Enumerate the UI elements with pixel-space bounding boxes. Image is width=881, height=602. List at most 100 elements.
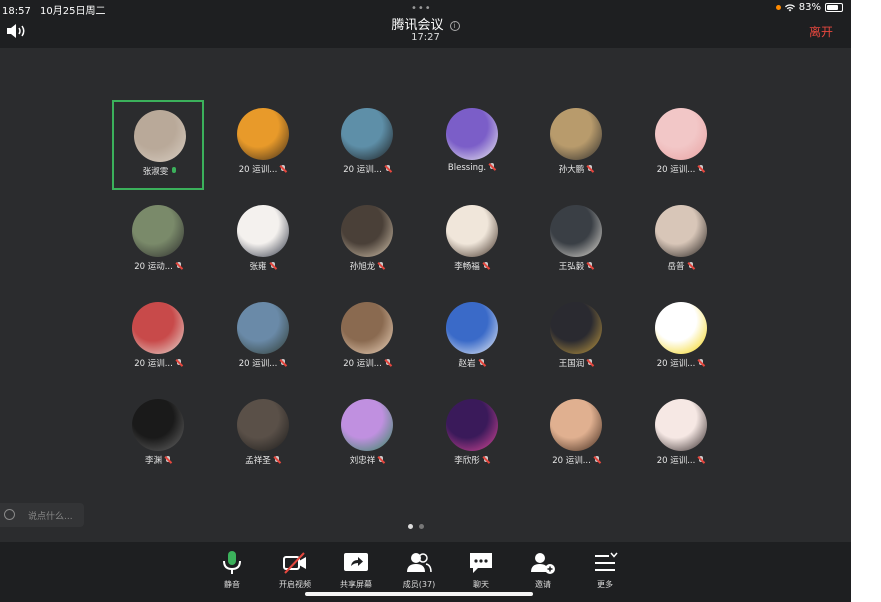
avatar bbox=[134, 110, 186, 162]
mic-muted-icon bbox=[688, 262, 694, 270]
multitask-dots[interactable]: ••• bbox=[411, 3, 432, 14]
speaker-icon[interactable] bbox=[6, 23, 28, 39]
avatar bbox=[236, 302, 289, 354]
participant-tile[interactable]: 李渊 bbox=[112, 391, 204, 481]
participant-name: Blessing. bbox=[447, 163, 487, 173]
participant-name-row: 20 运动... bbox=[112, 260, 204, 272]
participant-name: 张淑雯 bbox=[142, 167, 169, 177]
mic-muted-icon bbox=[274, 456, 280, 464]
participant-tile[interactable]: 20 运训... bbox=[217, 294, 309, 384]
participant-name-row: 20 运训... bbox=[321, 357, 413, 369]
participant-name: 20 运训... bbox=[656, 456, 696, 466]
more-button[interactable]: 更多 bbox=[575, 550, 635, 590]
emoji-icon[interactable] bbox=[4, 509, 15, 520]
participant-tile[interactable]: 20 运训... bbox=[321, 294, 413, 384]
top-bar: 18:57 10月25日周二 ••• 83% 腾讯会议 i 17:27 离开 bbox=[0, 0, 851, 48]
participant-tile[interactable]: 赵岩 bbox=[426, 294, 518, 384]
participant-name-row: 20 运训... bbox=[635, 163, 727, 175]
participant-name: 王弘毅 bbox=[558, 262, 585, 272]
members-button[interactable]: 成员(37) bbox=[389, 550, 449, 590]
invite-label: 邀请 bbox=[535, 580, 551, 589]
participant-tile[interactable]: 王国润 bbox=[530, 294, 622, 384]
participant-tile[interactable]: 李欣彤 bbox=[426, 391, 518, 481]
participant-tile[interactable]: 20 运训... bbox=[530, 391, 622, 481]
participant-name: 20 运动... bbox=[134, 262, 173, 272]
chat-icon bbox=[470, 553, 492, 573]
info-icon[interactable]: i bbox=[449, 21, 460, 31]
avatar bbox=[445, 399, 498, 451]
more-icon bbox=[595, 552, 618, 571]
participant-tile[interactable]: 20 运动... bbox=[112, 197, 204, 287]
participant-name: 20 运训... bbox=[238, 165, 278, 175]
avatar bbox=[445, 205, 498, 257]
leave-button[interactable]: 离开 bbox=[809, 23, 833, 40]
participant-name-row: 李渊 bbox=[112, 454, 204, 466]
share-screen-label: 共享屏幕 bbox=[340, 580, 372, 589]
participant-name-row: 赵岩 bbox=[426, 357, 518, 369]
participant-name: 孙大鹏 bbox=[558, 165, 585, 175]
participant-tile[interactable]: 20 运训... bbox=[321, 100, 413, 190]
participant-tile[interactable]: 20 运训... bbox=[635, 391, 727, 481]
participant-name-row: 20 运训... bbox=[635, 454, 727, 466]
mic-muted-icon bbox=[483, 456, 489, 464]
mic-muted-icon bbox=[483, 262, 489, 270]
share-screen-button[interactable]: 共享屏幕 bbox=[326, 550, 386, 590]
participant-name: 张雍 bbox=[249, 262, 267, 272]
mute-button[interactable]: 静音 bbox=[202, 550, 262, 590]
participant-name: 20 运训... bbox=[343, 165, 382, 175]
mic-muted-icon bbox=[270, 262, 276, 270]
participant-name-row: Blessing. bbox=[426, 163, 518, 173]
home-indicator[interactable] bbox=[305, 592, 533, 596]
avatar bbox=[236, 205, 289, 257]
mic-muted-icon bbox=[587, 359, 593, 367]
mic-muted-icon bbox=[280, 165, 286, 173]
mic-muted-icon bbox=[587, 165, 593, 173]
page-dot-2[interactable] bbox=[419, 524, 424, 529]
participant-tile[interactable]: 张雍 bbox=[217, 197, 309, 287]
chat-placeholder: 说点什么... bbox=[28, 512, 73, 522]
avatar bbox=[550, 399, 602, 451]
participant-tile[interactable]: 孙旭龙 bbox=[321, 197, 413, 287]
members-icon bbox=[407, 553, 432, 573]
mute-label: 静音 bbox=[224, 580, 240, 589]
invite-button[interactable]: 邀请 bbox=[513, 550, 573, 590]
participant-name-row: 孟祥圣 bbox=[217, 454, 309, 466]
participant-tile[interactable]: 20 运训... bbox=[635, 100, 727, 190]
participant-name-row: 20 运训... bbox=[112, 357, 204, 369]
participant-tile[interactable]: 孙大鹏 bbox=[530, 100, 622, 190]
participant-tile[interactable]: 20 运训... bbox=[635, 294, 727, 384]
participant-name: 20 运训... bbox=[238, 359, 278, 369]
participant-tile[interactable]: 刘忠祥 bbox=[321, 391, 413, 481]
participant-tile[interactable]: Blessing. bbox=[426, 100, 518, 190]
participant-tile[interactable]: 岳普 bbox=[635, 197, 727, 287]
participant-name-row: 孙旭龙 bbox=[321, 260, 413, 272]
participant-name-row: 王弘毅 bbox=[530, 260, 622, 272]
avatar bbox=[341, 108, 393, 160]
video-button[interactable]: 开启视频 bbox=[265, 550, 325, 590]
participant-name-row: 孙大鹏 bbox=[530, 163, 622, 175]
chat-input-box[interactable]: 说点什么... bbox=[0, 503, 84, 527]
participant-tile[interactable]: 20 运训... bbox=[112, 294, 204, 384]
mic-muted-icon bbox=[378, 262, 384, 270]
avatar bbox=[550, 302, 602, 354]
participant-tile[interactable]: 王弘毅 bbox=[530, 197, 622, 287]
participant-name-row: 20 运训... bbox=[217, 163, 309, 175]
participant-tile[interactable]: 李畅福 bbox=[426, 197, 518, 287]
participant-tile[interactable]: 20 运训... bbox=[217, 100, 309, 190]
mic-muted-icon bbox=[479, 359, 485, 367]
status-bar-right: 83% bbox=[775, 2, 843, 13]
participant-tile[interactable]: 孟祥圣 bbox=[217, 391, 309, 481]
mic-muted-icon bbox=[698, 165, 704, 173]
page-dot-1[interactable] bbox=[408, 524, 413, 529]
participant-name: 20 运训... bbox=[656, 359, 696, 369]
wifi-icon bbox=[784, 3, 795, 11]
chat-button[interactable]: 聊天 bbox=[451, 550, 511, 590]
page-indicator[interactable] bbox=[408, 524, 424, 529]
more-label: 更多 bbox=[597, 580, 613, 589]
participant-name-row: 王国润 bbox=[530, 357, 622, 369]
avatar bbox=[445, 108, 498, 160]
meeting-window: 18:57 10月25日周二 ••• 83% 腾讯会议 i 17:27 离开 张淑… bbox=[0, 0, 851, 602]
participant-tile[interactable]: 张淑雯 bbox=[112, 100, 204, 190]
meeting-title-row: 腾讯会议 i bbox=[0, 14, 851, 33]
mic-muted-icon bbox=[594, 456, 600, 464]
